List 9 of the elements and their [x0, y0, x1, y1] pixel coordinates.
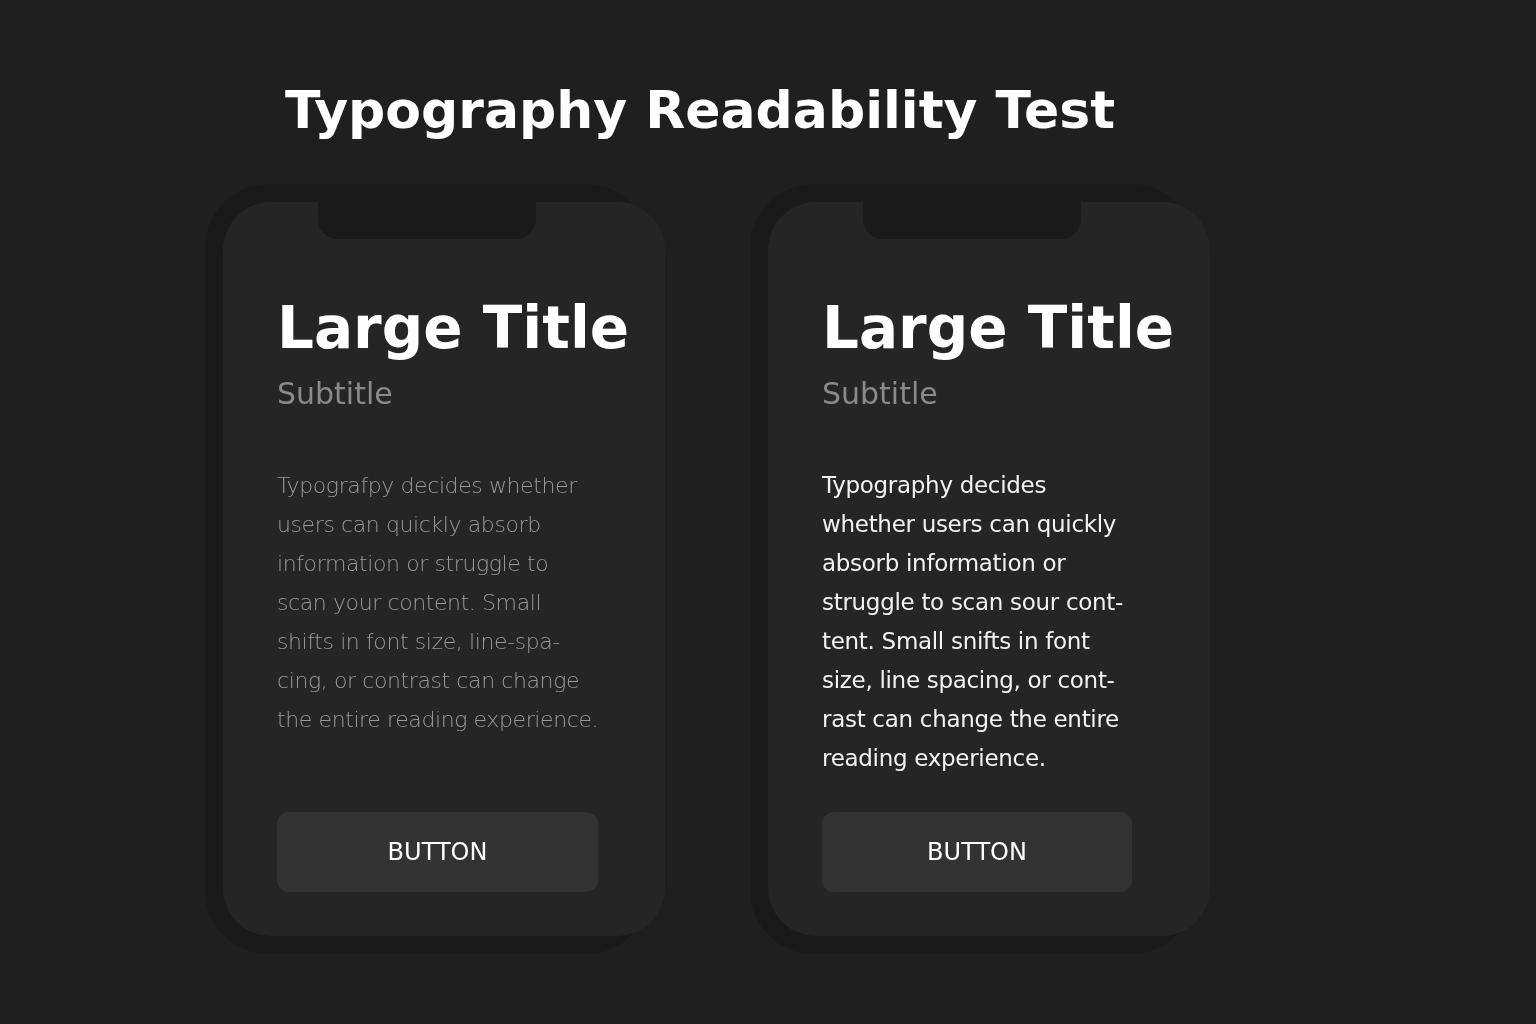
subtitle: Subtitle — [822, 375, 939, 413]
button[interactable]: BUTTON — [822, 812, 1132, 892]
body-paragraph: Typography decides whether users can quickly absorb information or struggle to scan sour cont- tent. Small snifts in font size, line spacing, or cont- rast can change the entire reading experience. — [822, 471, 1124, 773]
page-title: Typography Readability Test — [283, 79, 1117, 142]
button[interactable]: BUTTON — [277, 812, 598, 892]
large-title: Large Title — [822, 293, 1175, 364]
large-title: Large Title — [277, 293, 630, 364]
body-paragraph: Typografpy decides whether users can quickly absorb information or struggle to scan your content. Small shifts in font size, line-spa- cing, or contrast can change the entire reading experience. — [277, 472, 600, 734]
subtitle: Subtitle — [277, 375, 394, 413]
